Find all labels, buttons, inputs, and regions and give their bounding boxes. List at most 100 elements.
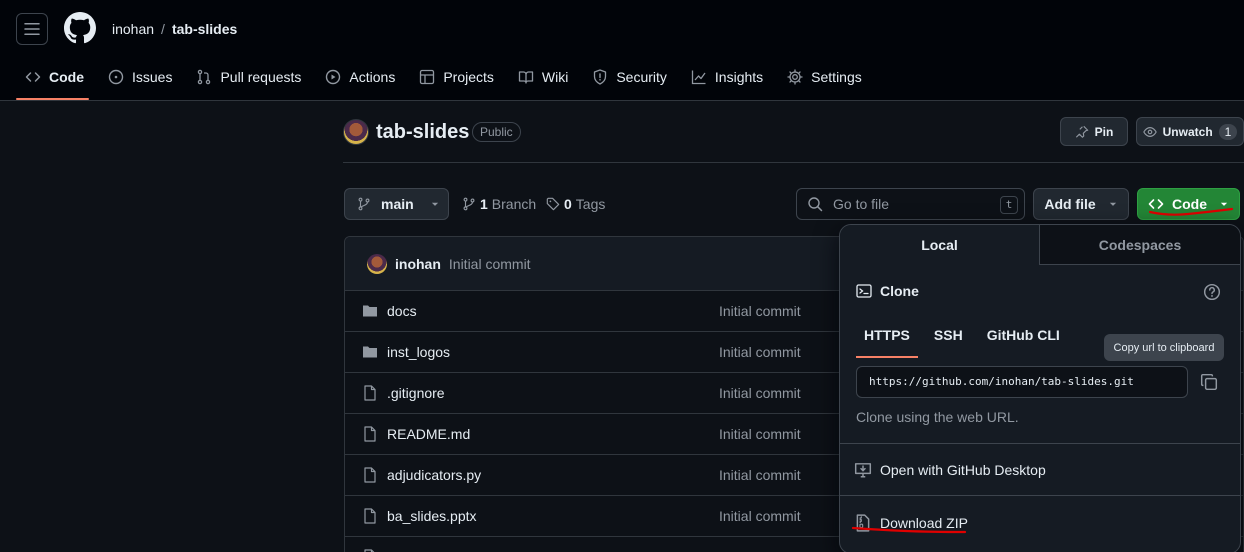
graph-icon	[691, 70, 706, 85]
pin-icon	[1075, 125, 1088, 138]
divider	[840, 495, 1240, 496]
breadcrumb-separator: /	[161, 21, 165, 37]
tab-pull-requests[interactable]: Pull requests	[187, 58, 310, 96]
tab-insights[interactable]: Insights	[682, 58, 772, 96]
tab-ssh[interactable]: SSH	[926, 325, 971, 358]
desktop-download-icon	[854, 463, 872, 478]
tab-issues[interactable]: Issues	[99, 58, 181, 96]
file-icon	[364, 385, 376, 401]
commit-message[interactable]: Initial commit	[449, 256, 531, 272]
tag-count: 0	[564, 196, 572, 212]
table-icon	[420, 69, 435, 85]
active-tab-underline	[16, 98, 89, 100]
hamburger-icon	[24, 23, 40, 35]
annotation-underline	[851, 526, 967, 534]
tab-github-cli[interactable]: GitHub CLI	[979, 325, 1068, 358]
open-with-desktop-item[interactable]: Open with GitHub Desktop	[854, 461, 1046, 479]
visibility-badge: Public	[472, 122, 521, 142]
file-name[interactable]: adjudicators.py	[387, 467, 481, 483]
tab-local[interactable]: Local	[840, 225, 1040, 265]
tag-icon	[546, 197, 560, 211]
file-name[interactable]: docs	[387, 303, 417, 319]
file-commit-message[interactable]: Initial commit	[719, 385, 801, 401]
tab-label: Issues	[132, 69, 173, 85]
annotation-underline	[1148, 207, 1234, 216]
breadcrumb-owner-link[interactable]: inohan	[112, 20, 154, 38]
file-name[interactable]: .gitignore	[387, 385, 445, 401]
tab-projects[interactable]: Projects	[410, 58, 503, 96]
file-commit-message[interactable]: Initial commit	[719, 467, 801, 483]
panel-tabs: Local Codespaces	[840, 225, 1240, 265]
tab-label: Actions	[349, 69, 396, 85]
clone-url-field[interactable]: https://github.com/inohan/tab-slides.git	[856, 366, 1188, 398]
github-logo-icon[interactable]	[64, 12, 96, 44]
tab-code[interactable]: Code	[16, 58, 93, 96]
tab-label: Security	[616, 69, 667, 85]
tab-security[interactable]: Security	[583, 58, 676, 96]
go-to-file-placeholder: Go to file	[833, 196, 890, 212]
file-icon	[364, 467, 376, 483]
pin-label: Pin	[1094, 124, 1114, 139]
repo-header: inohan / tab-slides Code Issues Pull req…	[0, 0, 1244, 101]
watcher-count: 1	[1218, 123, 1238, 140]
repo-owner-avatar[interactable]	[343, 119, 369, 145]
tab-https[interactable]: HTTPS	[856, 325, 918, 358]
file-name[interactable]: README.md	[387, 426, 470, 442]
branch-count: 1	[480, 196, 488, 212]
clone-protocol-tabs: HTTPS SSH GitHub CLI	[856, 325, 1076, 358]
breadcrumb-repo-link[interactable]: tab-slides	[172, 20, 237, 38]
file-icon	[364, 426, 376, 442]
file-commit-message[interactable]: Initial commit	[719, 344, 801, 360]
question-icon[interactable]	[1203, 283, 1221, 301]
copy-icon[interactable]	[1200, 373, 1218, 391]
search-icon	[808, 197, 823, 212]
tab-label: Projects	[443, 69, 494, 85]
tab-wiki[interactable]: Wiki	[509, 58, 577, 96]
tags-link[interactable]: 0 Tags	[546, 196, 605, 212]
file-name[interactable]: inst_logos	[387, 344, 450, 360]
code-dropdown-panel: Local Codespaces Clone HTTPS SSH GitHub …	[839, 224, 1241, 552]
unwatch-button[interactable]: Unwatch 1	[1136, 117, 1244, 146]
code-icon	[25, 72, 41, 82]
branch-select-button[interactable]: main	[344, 188, 449, 220]
avatar[interactable]	[367, 253, 387, 274]
add-file-button[interactable]: Add file	[1033, 188, 1129, 220]
open-desktop-label: Open with GitHub Desktop	[880, 462, 1046, 478]
tab-label: Wiki	[541, 69, 569, 85]
tab-label: Pull requests	[220, 69, 302, 85]
tab-label: Code	[49, 69, 84, 85]
branch-icon	[358, 197, 370, 211]
file-commit-message[interactable]: Initial commit	[719, 508, 801, 524]
add-file-label: Add file	[1044, 196, 1096, 212]
issue-icon	[108, 69, 124, 85]
breadcrumb: inohan / tab-slides	[112, 20, 237, 38]
branch-name: main	[381, 196, 414, 212]
branches-link[interactable]: 1 Branch	[462, 196, 536, 212]
pin-button[interactable]: Pin	[1060, 117, 1128, 146]
caret-down-icon	[1109, 202, 1116, 206]
terminal-icon	[856, 284, 872, 298]
commit-author[interactable]: inohan	[395, 256, 441, 272]
clone-title: Clone	[880, 283, 919, 299]
file-name[interactable]: ba_slides.pptx	[387, 508, 477, 524]
branch-label: Branch	[491, 196, 537, 212]
pull-request-icon	[198, 69, 211, 85]
file-icon	[364, 508, 376, 524]
folder-icon	[363, 305, 377, 317]
go-to-file-input[interactable]: Go to file t	[796, 188, 1025, 220]
keyboard-shortcut-hint: t	[1000, 196, 1018, 214]
repo-title[interactable]: tab-slides	[376, 121, 469, 144]
file-commit-message[interactable]: Initial commit	[719, 303, 801, 319]
shield-icon	[594, 69, 607, 85]
hamburger-menu-button[interactable]	[16, 13, 48, 45]
tab-label: Settings	[811, 69, 862, 85]
unwatch-label: Unwatch	[1162, 124, 1213, 139]
tab-label: Insights	[714, 69, 764, 85]
tab-settings[interactable]: Settings	[778, 58, 871, 96]
tab-codespaces[interactable]: Codespaces	[1040, 225, 1240, 265]
title-divider	[343, 162, 1244, 163]
file-commit-message[interactable]: Initial commit	[719, 426, 801, 442]
tab-actions[interactable]: Actions	[316, 58, 404, 96]
caret-down-icon	[431, 202, 438, 206]
eye-icon	[1142, 126, 1157, 137]
